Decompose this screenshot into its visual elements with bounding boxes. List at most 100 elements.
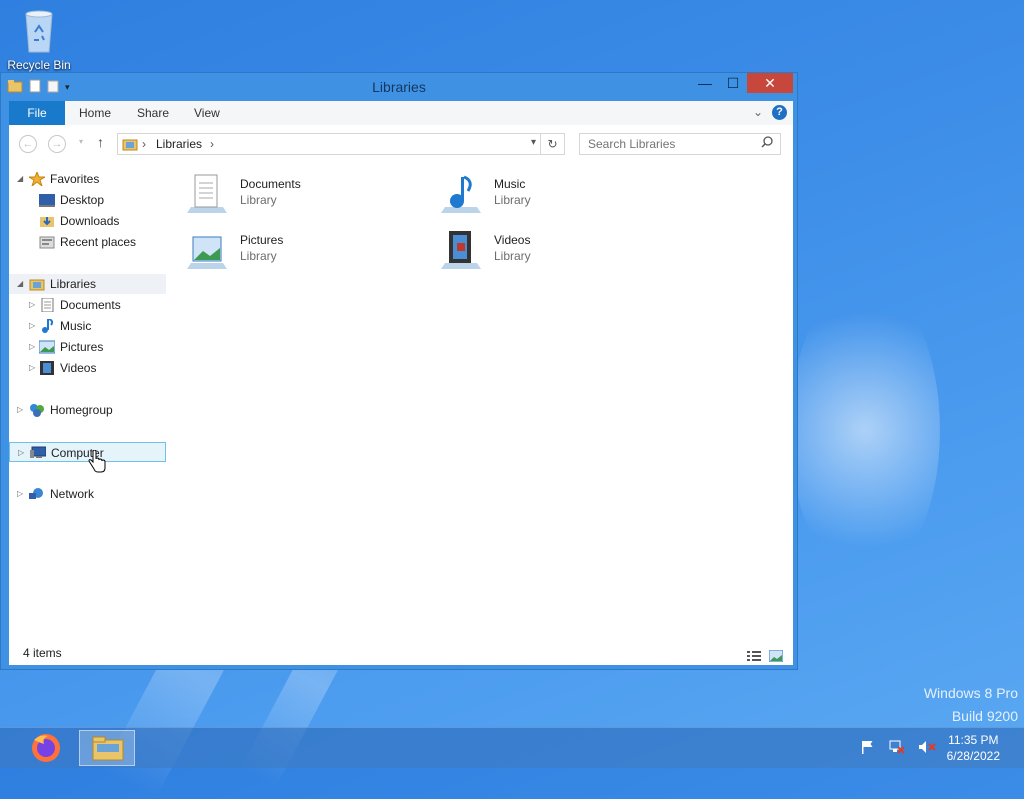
expand-icon[interactable]: ▷	[18, 443, 24, 463]
search-icon[interactable]	[761, 136, 773, 151]
nav-music[interactable]: ▷ Music	[9, 316, 166, 336]
nav-favorites[interactable]: ◢ Favorites	[9, 169, 166, 189]
status-bar: 4 items	[9, 641, 793, 665]
item-name: Music	[494, 177, 526, 191]
expand-icon[interactable]: ▷	[29, 295, 35, 315]
computer-icon	[30, 446, 47, 460]
system-clock[interactable]: 11:35 PM 6/28/2022	[947, 732, 1000, 764]
nav-desktop[interactable]: Desktop	[9, 190, 166, 210]
minimize-button[interactable]: —	[691, 73, 719, 93]
expand-ribbon-icon[interactable]: ⌄	[753, 105, 763, 119]
forward-button[interactable]: →	[48, 135, 66, 153]
recycle-bin-icon	[21, 6, 57, 54]
clock-time: 11:35 PM	[948, 733, 999, 747]
view-switcher	[747, 646, 784, 670]
recycle-bin-label: Recycle Bin	[7, 58, 71, 72]
nav-documents[interactable]: ▷ Documents	[9, 295, 166, 315]
explorer-window[interactable]: ▾ Libraries — ☐ ✕ File Home Share View ⌄…	[0, 72, 798, 670]
navigation-pane: ◢ Favorites Desktop Downloads Recent pla…	[9, 169, 166, 641]
desktop-icon	[39, 193, 55, 207]
star-icon	[27, 170, 47, 188]
music-note-icon	[39, 318, 55, 333]
action-center-flag-icon[interactable]	[860, 740, 876, 757]
large-icons-view-icon[interactable]	[768, 646, 784, 670]
breadcrumb-separator-icon[interactable]: ›	[210, 137, 214, 151]
nav-recent-places[interactable]: Recent places	[9, 232, 166, 252]
hand-cursor-icon	[88, 449, 106, 477]
expand-icon[interactable]: ▷	[29, 316, 35, 336]
expand-icon[interactable]: ▷	[29, 358, 35, 378]
recent-places-icon	[39, 235, 55, 249]
clock-date: 6/28/2022	[946, 749, 1000, 763]
refresh-button[interactable]: ↻	[541, 133, 565, 155]
notification-area	[860, 740, 936, 757]
details-view-icon[interactable]	[747, 646, 761, 670]
recycle-bin-desktop-icon[interactable]: Recycle Bin	[6, 6, 72, 72]
address-dropdown-icon[interactable]: ▾	[531, 137, 536, 148]
videos-icon	[39, 361, 55, 375]
item-count: 4 items	[23, 646, 62, 660]
firefox-taskbar-button[interactable]	[18, 730, 74, 766]
item-name: Videos	[494, 233, 531, 247]
nav-libraries[interactable]: ◢ Libraries	[9, 274, 166, 294]
expand-icon[interactable]: ▷	[17, 484, 23, 504]
navigation-bar: ← → ▾ ↑ › Libraries › ▾ ↻	[9, 125, 793, 162]
pictures-library-icon	[185, 229, 229, 273]
file-list: Documents Library Music Library Pictures…	[179, 169, 793, 641]
library-item-pictures[interactable]: Pictures Library	[179, 225, 409, 275]
nav-downloads[interactable]: Downloads	[9, 211, 166, 231]
tab-view[interactable]: View	[180, 101, 234, 125]
nav-homegroup[interactable]: ▷ Homegroup	[9, 400, 166, 420]
firefox-icon	[32, 734, 60, 762]
back-button[interactable]: ←	[19, 135, 37, 153]
expand-icon[interactable]: ▷	[29, 337, 35, 357]
music-library-icon	[439, 173, 483, 217]
wallpaper-flower-glow	[790, 280, 940, 580]
collapse-icon[interactable]: ◢	[17, 274, 23, 294]
tab-home[interactable]: Home	[65, 101, 125, 125]
volume-muted-icon[interactable]	[918, 740, 936, 757]
pictures-icon	[38, 340, 56, 354]
downloads-icon	[39, 214, 55, 228]
library-item-music[interactable]: Music Library	[433, 169, 663, 219]
title-bar[interactable]: ▾ Libraries — ☐ ✕	[1, 73, 797, 101]
documents-icon	[39, 297, 55, 313]
network-disconnected-icon[interactable]	[888, 740, 906, 757]
explorer-content: ← → ▾ ↑ › Libraries › ▾ ↻ ◢ Favorites	[9, 125, 793, 665]
network-icon	[29, 487, 45, 501]
item-type: Library	[240, 193, 277, 207]
item-type: Library	[494, 193, 531, 207]
tab-share[interactable]: Share	[123, 101, 183, 125]
build-watermark: Build 9200	[951, 708, 1018, 724]
edition-watermark: Windows 8 Pro	[923, 685, 1018, 701]
nav-network[interactable]: ▷ Network	[9, 484, 166, 504]
ribbon-tabs: File Home Share View ⌄ ?	[9, 101, 793, 125]
window-title: Libraries	[372, 79, 426, 95]
item-name: Pictures	[240, 233, 284, 247]
maximize-button[interactable]: ☐	[719, 73, 747, 93]
up-button[interactable]: ↑	[97, 134, 104, 150]
collapse-icon[interactable]: ◢	[17, 169, 23, 189]
nav-videos[interactable]: ▷ Videos	[9, 358, 166, 378]
homegroup-icon	[29, 403, 45, 417]
file-explorer-taskbar-button[interactable]	[79, 730, 135, 766]
close-button[interactable]: ✕	[747, 73, 793, 93]
tab-file[interactable]: File	[9, 101, 65, 125]
taskbar: 11:35 PM 6/28/2022	[0, 727, 1024, 768]
address-bar[interactable]: › Libraries › ▾	[117, 133, 541, 155]
help-icon[interactable]: ?	[772, 105, 787, 120]
nav-pictures[interactable]: ▷ Pictures	[9, 337, 166, 357]
file-explorer-icon	[92, 736, 124, 761]
item-type: Library	[240, 249, 277, 263]
search-input[interactable]	[579, 133, 781, 155]
libraries-icon	[122, 137, 138, 154]
breadcrumb-separator-icon[interactable]: ›	[142, 137, 146, 151]
libraries-icon	[29, 277, 45, 291]
library-item-videos[interactable]: Videos Library	[433, 225, 663, 275]
documents-library-icon	[185, 173, 229, 217]
item-name: Documents	[240, 177, 301, 191]
expand-icon[interactable]: ▷	[17, 400, 23, 420]
breadcrumb-libraries[interactable]: Libraries	[156, 137, 202, 151]
recent-locations-icon[interactable]: ▾	[79, 137, 83, 146]
library-item-documents[interactable]: Documents Library	[179, 169, 409, 219]
